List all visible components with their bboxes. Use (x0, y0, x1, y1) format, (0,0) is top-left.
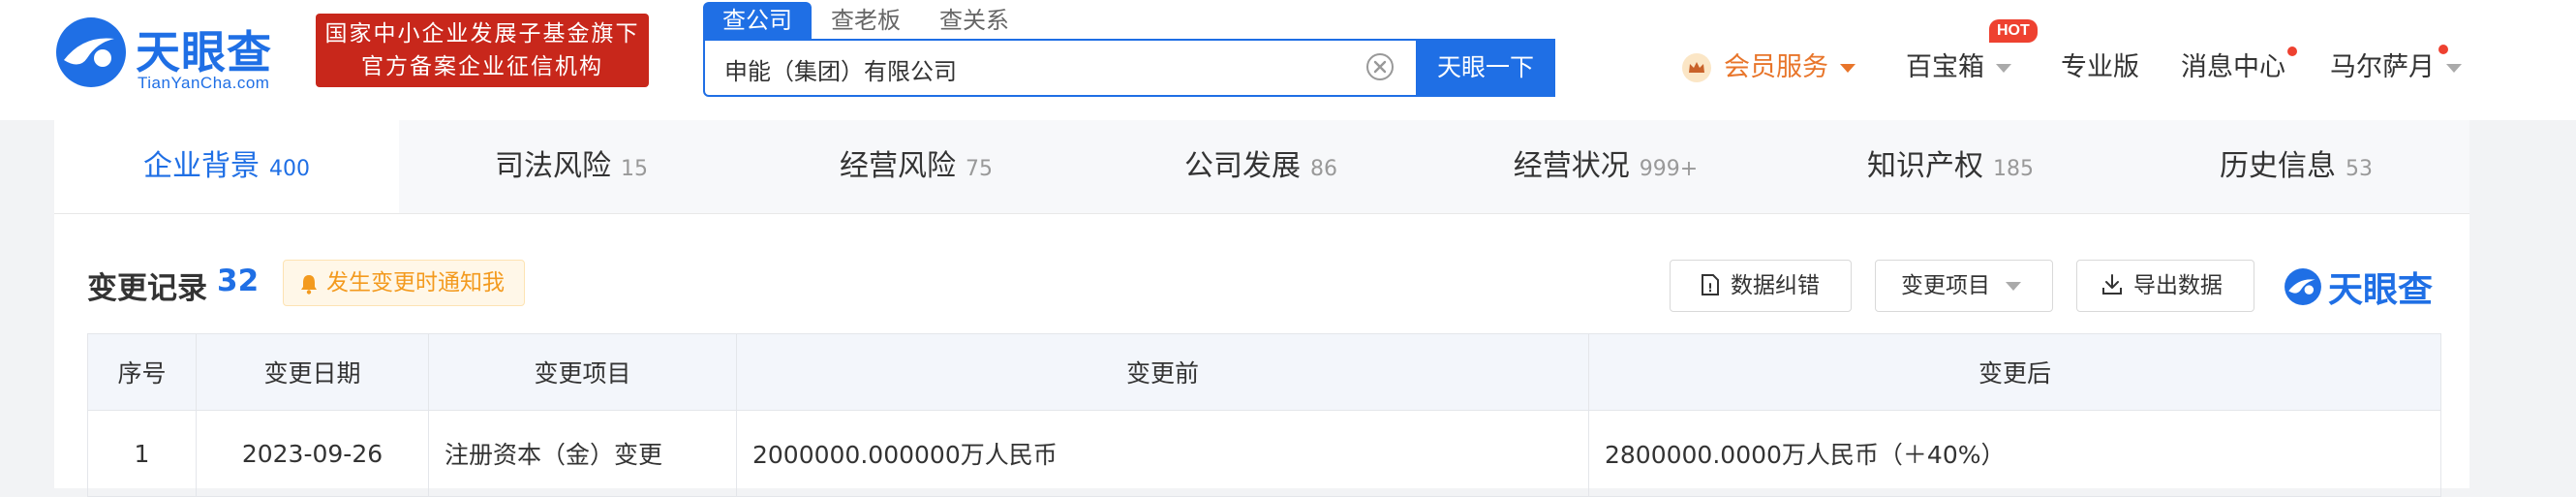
cell-date: 2023-09-26 (196, 410, 429, 497)
user-menu[interactable]: 马尔萨月 (2330, 48, 2462, 87)
section-title: 变更记录 (87, 271, 207, 306)
tab-history-info[interactable]: 历史信息 53 (2123, 120, 2469, 213)
vip-service-menu[interactable]: 会员服务 (1724, 48, 1855, 87)
tianyancha-logo[interactable]: 天眼查 TianYanCha.com (54, 16, 296, 93)
data-correction-label: 数据纠错 (1731, 273, 1820, 298)
tab-count: 15 (621, 157, 648, 181)
tab-label: 司法风险 (495, 149, 611, 183)
column-header-item: 变更项目 (428, 333, 737, 411)
change-item-filter-label: 变更项目 (1901, 273, 1990, 298)
logo-text: 天眼查 (136, 26, 272, 78)
crown-icon (1682, 53, 1711, 82)
message-unread-dot (2287, 47, 2297, 56)
table-header-row: 序号 变更日期 变更项目 变更前 变更后 (87, 333, 2441, 411)
tab-count: 86 (1310, 157, 1337, 181)
cell-before: 2000000.000000万人民币 (736, 410, 1589, 497)
column-header-after: 变更后 (1588, 333, 2441, 411)
change-record-table: 序号 变更日期 变更项目 变更前 变更后 1 2023-09-26 注册资本（金… (87, 333, 2441, 497)
column-header-before: 变更前 (736, 333, 1589, 411)
notify-on-change-button[interactable]: 发生变更时通知我 (283, 260, 525, 306)
vip-service-label: 会员服务 (1724, 52, 1828, 82)
tab-count: 75 (966, 157, 993, 181)
tab-search-company[interactable]: 查公司 (703, 2, 812, 39)
chevron-down-icon (1840, 64, 1855, 73)
tab-label: 经营状况 (1513, 149, 1630, 183)
clear-icon[interactable] (1365, 52, 1395, 81)
gov-badge-line1: 国家中小企业发展子基金旗下 (324, 21, 640, 47)
message-center-link[interactable]: 消息中心 (2181, 48, 2285, 87)
search-input[interactable] (722, 41, 1462, 97)
tab-search-boss[interactable]: 查老板 (812, 2, 920, 39)
tianyancha-watermark-logo: 天眼查 (2284, 262, 2433, 310)
tab-count: 185 (1993, 157, 2034, 181)
user-notification-dot (2438, 45, 2448, 54)
tab-label: 企业背景 (143, 149, 260, 183)
download-icon (2102, 273, 2122, 295)
tab-count: 400 (269, 157, 310, 181)
user-name: 马尔萨月 (2330, 52, 2435, 82)
tab-count: 999+ (1639, 157, 1699, 181)
chevron-down-icon (2006, 282, 2021, 291)
cell-after: 2800000.0000万人民币（＋40%） (1588, 410, 2441, 497)
tab-label: 公司发展 (1184, 149, 1301, 183)
tab-label: 知识产权 (1867, 149, 1983, 183)
tab-count: 53 (2346, 157, 2373, 181)
cell-change-item: 注册资本（金）变更 (428, 410, 737, 497)
tab-operating-risk[interactable]: 经营风险 75 (744, 120, 1089, 213)
tab-search-relation[interactable]: 查关系 (920, 2, 1028, 39)
search-type-tabs: 查公司 查老板 查关系 (703, 2, 1028, 39)
cell-index: 1 (87, 410, 197, 497)
table-row: 1 2023-09-26 注册资本（金）变更 2000000.000000万人民… (87, 410, 2441, 497)
document-edit-icon (1702, 273, 1719, 295)
tab-intellectual-property[interactable]: 知识产权 185 (1778, 120, 2123, 213)
section-count: 32 (217, 264, 260, 298)
gov-badge-line2: 官方备案企业征信机构 (361, 54, 603, 79)
top-header: 天眼查 TianYanCha.com 国家中小企业发展子基金旗下 官方备案企业征… (0, 0, 2576, 120)
tab-company-background[interactable]: 企业背景 400 (54, 120, 399, 213)
chevron-down-icon (2446, 64, 2462, 73)
pro-version-link[interactable]: 专业版 (2061, 48, 2139, 87)
hot-badge: HOT (1989, 19, 2038, 43)
bell-icon (301, 274, 317, 295)
eye-logo-icon (2285, 268, 2321, 305)
tab-label: 历史信息 (2220, 149, 2336, 183)
search-button[interactable]: 天眼一下 (1416, 39, 1555, 97)
logo-domain: TianYanCha.com (138, 74, 270, 92)
tab-judicial-risk[interactable]: 司法风险 15 (399, 120, 744, 213)
toolbox-menu[interactable]: 百宝箱 (1906, 48, 2011, 87)
main-tabs: 企业背景 400 司法风险 15 经营风险 75 公司发展 86 经营状况 999+ 知识… (54, 120, 2469, 214)
column-header-index: 序号 (87, 333, 197, 411)
export-data-label: 导出数据 (2133, 273, 2223, 298)
chevron-down-icon (1996, 64, 2011, 73)
data-correction-button[interactable]: 数据纠错 (1670, 260, 1852, 312)
brand-text: 天眼查 (2328, 270, 2434, 310)
eye-logo-icon (56, 17, 126, 87)
change-item-filter[interactable]: 变更项目 (1875, 260, 2053, 312)
gov-badge: 国家中小企业发展子基金旗下 官方备案企业征信机构 (316, 14, 649, 87)
tab-label: 经营风险 (840, 149, 956, 183)
tab-operating-status[interactable]: 经营状况 999+ (1433, 120, 1778, 213)
column-header-date[interactable]: 变更日期 (196, 333, 429, 411)
notify-label: 发生变更时通知我 (326, 270, 505, 295)
content-panel: 企业背景 400 司法风险 15 经营风险 75 公司发展 86 经营状况 999+ 知识… (54, 120, 2469, 497)
export-data-button[interactable]: 导出数据 (2076, 260, 2254, 312)
toolbox-label: 百宝箱 (1906, 52, 1984, 82)
tab-company-development[interactable]: 公司发展 86 (1089, 120, 1433, 213)
